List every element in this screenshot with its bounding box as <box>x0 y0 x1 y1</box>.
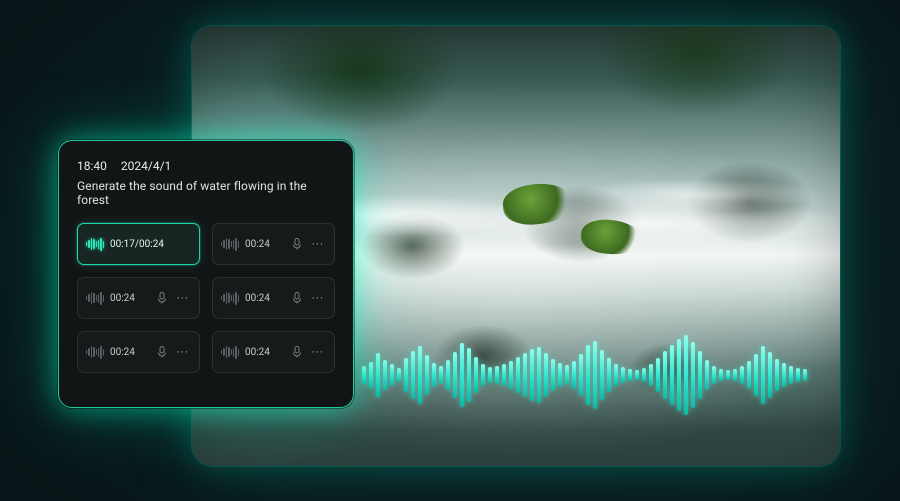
clips-grid: 00:17/00:2400:24···00:24···00:24···00:24… <box>77 223 335 373</box>
clip-duration: 00:24 <box>110 347 135 358</box>
waveform-icon <box>86 291 104 305</box>
audio-waveform <box>362 330 820 420</box>
waveform-bar <box>614 364 618 386</box>
waveform-bar <box>537 347 541 403</box>
more-icon[interactable]: ··· <box>310 345 326 359</box>
waveform-bar <box>432 363 436 387</box>
waveform-bar <box>383 360 387 390</box>
waveform-bar <box>698 351 702 399</box>
waveform-bar <box>586 345 590 405</box>
waveform-bar <box>705 360 709 390</box>
waveform-bar <box>404 358 408 392</box>
more-icon[interactable]: ··· <box>310 291 326 305</box>
waveform-bar <box>453 352 457 398</box>
waveform-bar <box>754 354 758 396</box>
waveform-bar <box>481 364 485 386</box>
waveform-bar <box>677 339 681 411</box>
waveform-bar <box>369 362 373 388</box>
waveform-bar <box>803 369 807 381</box>
generation-panel: 18:40 2024/4/1 Generate the sound of wat… <box>58 140 354 408</box>
waveform-bar <box>789 366 793 384</box>
panel-date: 2024/4/1 <box>121 159 171 173</box>
waveform-bar <box>656 358 660 392</box>
waveform-bar <box>439 366 443 384</box>
more-icon[interactable]: ··· <box>175 345 191 359</box>
waveform-bar <box>628 369 632 381</box>
waveform-bar <box>495 366 499 384</box>
microphone-icon[interactable] <box>290 291 304 305</box>
waveform-bar <box>691 342 695 408</box>
waveform-bar <box>460 343 464 407</box>
waveform-bar <box>712 366 716 384</box>
waveform-bar <box>376 353 380 397</box>
microphone-icon[interactable] <box>290 237 304 251</box>
more-icon[interactable]: ··· <box>175 291 191 305</box>
waveform-bar <box>558 363 562 387</box>
waveform-bar <box>649 364 653 386</box>
waveform-bar <box>551 359 555 391</box>
panel-prompt: Generate the sound of water flowing in t… <box>77 179 335 207</box>
waveform-bar <box>733 369 737 381</box>
waveform-icon <box>86 345 104 359</box>
waveform-bar <box>670 345 674 405</box>
waveform-bar <box>579 354 583 396</box>
clip-duration: 00:24 <box>245 347 270 358</box>
waveform-bar <box>411 351 415 399</box>
waveform-bar <box>593 341 597 409</box>
clip-card[interactable]: 00:24 ··· <box>212 277 335 319</box>
waveform-bar <box>516 357 520 393</box>
waveform-bar <box>719 369 723 381</box>
waveform-bar <box>446 360 450 390</box>
waveform-bar <box>362 366 366 384</box>
waveform-bar <box>642 368 646 382</box>
waveform-bar <box>544 353 548 397</box>
waveform-bar <box>488 367 492 383</box>
waveform-bar <box>747 361 751 389</box>
waveform-bar <box>796 368 800 382</box>
panel-time: 18:40 <box>77 159 107 173</box>
waveform-bar <box>761 346 765 404</box>
waveform-bar <box>523 353 527 397</box>
waveform-icon <box>221 291 239 305</box>
waveform-bar <box>390 364 394 386</box>
clip-card-active[interactable]: 00:17/00:24 <box>77 223 200 265</box>
microphone-icon[interactable] <box>290 345 304 359</box>
waveform-bar <box>726 370 730 380</box>
waveform-bar <box>621 367 625 383</box>
waveform-bar <box>474 357 478 393</box>
clip-duration: 00:17/00:24 <box>110 239 164 250</box>
waveform-bar <box>397 368 401 382</box>
waveform-bar <box>425 355 429 395</box>
waveform-bar <box>502 364 506 386</box>
clip-duration: 00:24 <box>110 293 135 304</box>
clip-card[interactable]: 00:24 ··· <box>212 331 335 373</box>
waveform-bar <box>775 359 779 391</box>
clip-card[interactable]: 00:24 ··· <box>212 223 335 265</box>
clip-duration: 00:24 <box>245 293 270 304</box>
waveform-icon <box>221 237 239 251</box>
waveform-bar <box>607 358 611 392</box>
panel-meta: 18:40 2024/4/1 <box>77 159 335 173</box>
waveform-bar <box>600 350 604 400</box>
waveform-bar <box>509 361 513 389</box>
clip-duration: 00:24 <box>245 239 270 250</box>
waveform-bar <box>467 348 471 402</box>
waveform-bar <box>663 351 667 399</box>
waveform-bar <box>635 370 639 380</box>
waveform-bar <box>565 365 569 385</box>
waveform-bar <box>418 346 422 404</box>
more-icon[interactable]: ··· <box>310 237 326 251</box>
waveform-bar <box>740 366 744 384</box>
clip-card[interactable]: 00:24 ··· <box>77 277 200 319</box>
waveform-bar <box>572 361 576 389</box>
waveform-bar <box>768 352 772 398</box>
waveform-bar <box>684 335 688 415</box>
waveform-bar <box>782 363 786 387</box>
waveform-icon <box>221 345 239 359</box>
microphone-icon[interactable] <box>155 291 169 305</box>
clip-card[interactable]: 00:24 ··· <box>77 331 200 373</box>
waveform-bar <box>530 349 534 401</box>
microphone-icon[interactable] <box>155 345 169 359</box>
waveform-icon <box>86 237 104 251</box>
